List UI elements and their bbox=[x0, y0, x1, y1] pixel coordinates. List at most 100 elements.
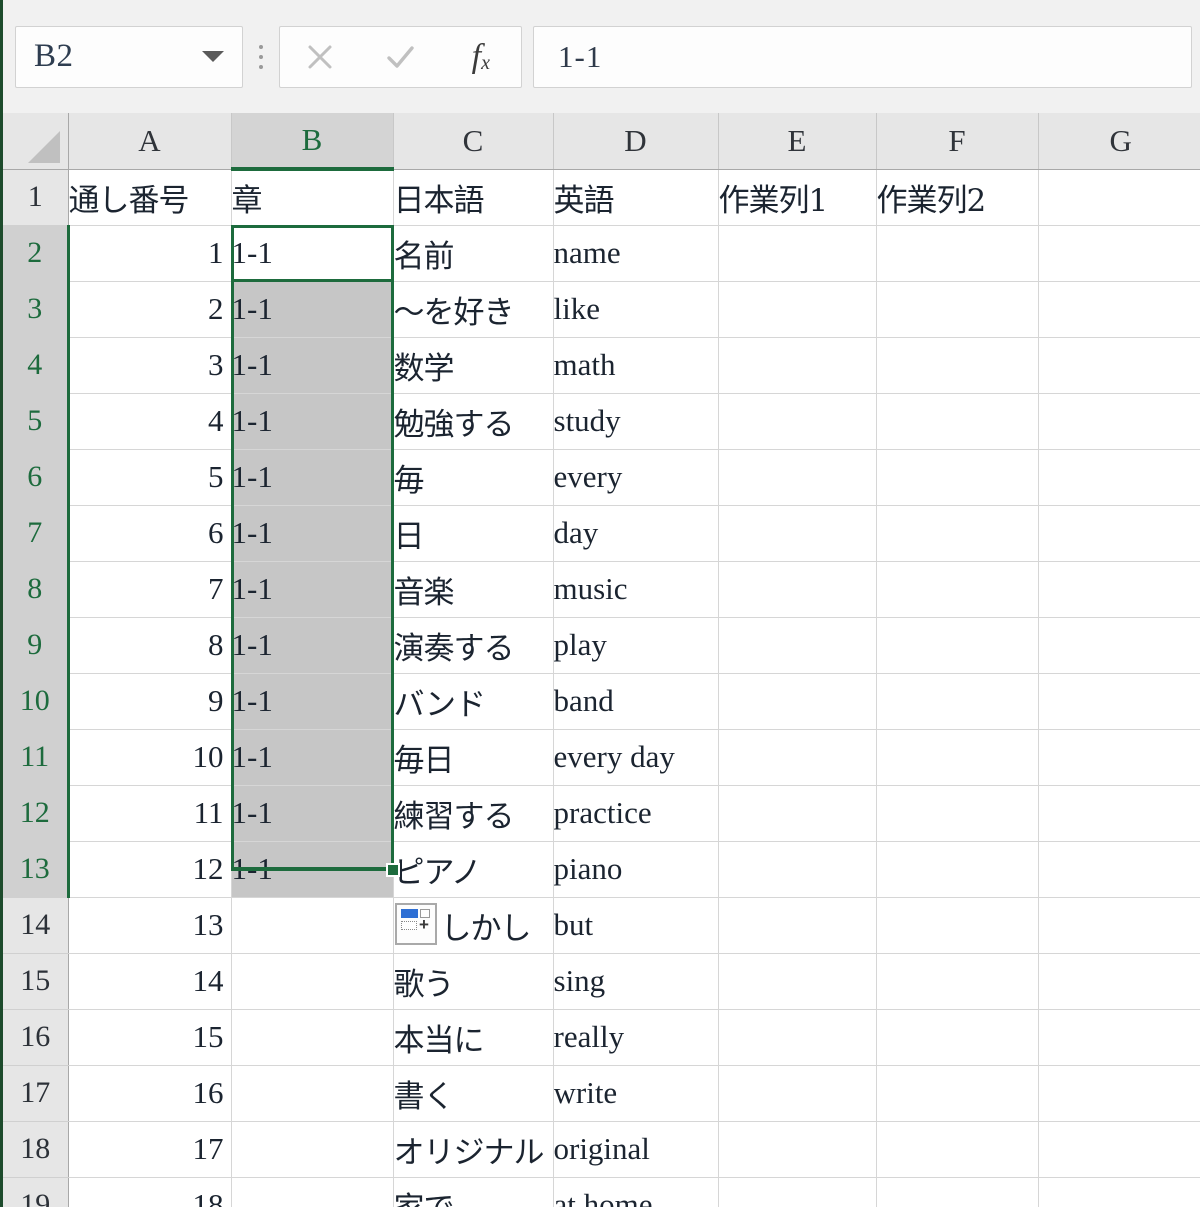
name-box[interactable]: B2 bbox=[15, 25, 243, 88]
cell-c4[interactable]: 数学 bbox=[393, 337, 554, 394]
cell-c17[interactable]: 書く bbox=[393, 1065, 554, 1122]
row-header-12[interactable]: 12 bbox=[3, 785, 70, 842]
row-header-14[interactable]: 14 bbox=[3, 897, 69, 954]
cell-d12[interactable]: practice bbox=[553, 785, 719, 842]
cell-a4[interactable]: 3 bbox=[68, 337, 232, 394]
cell-e10[interactable] bbox=[718, 673, 877, 730]
cell-f15[interactable] bbox=[876, 953, 1039, 1010]
cell-g6[interactable] bbox=[1038, 449, 1200, 506]
cell-e14[interactable] bbox=[718, 897, 877, 954]
cell-e15[interactable] bbox=[718, 953, 877, 1010]
cell-g8[interactable] bbox=[1038, 561, 1200, 618]
cell-c7[interactable]: 日 bbox=[393, 505, 554, 562]
cell-a10[interactable]: 9 bbox=[68, 673, 232, 730]
cell-d14[interactable]: but bbox=[553, 897, 719, 954]
chevron-down-icon[interactable] bbox=[202, 51, 224, 62]
cell-f3[interactable] bbox=[876, 281, 1039, 338]
cell-e3[interactable] bbox=[718, 281, 877, 338]
row-header-4[interactable]: 4 bbox=[3, 337, 70, 394]
cell-c19[interactable]: 家で bbox=[393, 1177, 554, 1207]
cell-b15[interactable] bbox=[231, 953, 394, 1010]
cell-b14[interactable] bbox=[231, 897, 394, 954]
cell-d9[interactable]: play bbox=[553, 617, 719, 674]
cell-c16[interactable]: 本当に bbox=[393, 1009, 554, 1066]
cell-d6[interactable]: every bbox=[553, 449, 719, 506]
cell-f7[interactable] bbox=[876, 505, 1039, 562]
cell-d2[interactable]: name bbox=[553, 225, 719, 282]
cell-f8[interactable] bbox=[876, 561, 1039, 618]
row-header-5[interactable]: 5 bbox=[3, 393, 70, 450]
cell-d1[interactable]: 英語 bbox=[553, 169, 719, 226]
cell-d8[interactable]: music bbox=[553, 561, 719, 618]
cell-c8[interactable]: 音楽 bbox=[393, 561, 554, 618]
row-header-18[interactable]: 18 bbox=[3, 1121, 69, 1178]
cell-g9[interactable] bbox=[1038, 617, 1200, 674]
cell-b12[interactable]: 1-1 bbox=[231, 785, 394, 842]
column-header-e[interactable]: E bbox=[718, 113, 877, 170]
cell-b18[interactable] bbox=[231, 1121, 394, 1178]
row-header-8[interactable]: 8 bbox=[3, 561, 70, 618]
cell-g3[interactable] bbox=[1038, 281, 1200, 338]
cell-g2[interactable] bbox=[1038, 225, 1200, 282]
row-header-16[interactable]: 16 bbox=[3, 1009, 69, 1066]
row-header-2[interactable]: 2 bbox=[3, 225, 70, 282]
cell-b17[interactable] bbox=[231, 1065, 394, 1122]
row-header-7[interactable]: 7 bbox=[3, 505, 70, 562]
cell-a14[interactable]: 13 bbox=[68, 897, 232, 954]
cell-a16[interactable]: 15 bbox=[68, 1009, 232, 1066]
cell-e2[interactable] bbox=[718, 225, 877, 282]
cell-g13[interactable] bbox=[1038, 841, 1200, 898]
cell-b2[interactable]: 1-1 bbox=[231, 225, 394, 282]
cell-e11[interactable] bbox=[718, 729, 877, 786]
cell-b9[interactable]: 1-1 bbox=[231, 617, 394, 674]
cell-c5[interactable]: 勉強する bbox=[393, 393, 554, 450]
cell-f17[interactable] bbox=[876, 1065, 1039, 1122]
cell-a5[interactable]: 4 bbox=[68, 393, 232, 450]
cell-b19[interactable] bbox=[231, 1177, 394, 1207]
cell-g5[interactable] bbox=[1038, 393, 1200, 450]
cell-f16[interactable] bbox=[876, 1009, 1039, 1066]
formula-input[interactable]: 1-1 bbox=[533, 25, 1192, 88]
autofill-options-icon[interactable]: + bbox=[395, 903, 437, 945]
cell-g1[interactable] bbox=[1038, 169, 1200, 226]
cell-f9[interactable] bbox=[876, 617, 1039, 674]
cell-e5[interactable] bbox=[718, 393, 877, 450]
cell-c10[interactable]: バンド bbox=[393, 673, 554, 730]
column-header-c[interactable]: C bbox=[393, 113, 554, 170]
cell-e4[interactable] bbox=[718, 337, 877, 394]
cell-a6[interactable]: 5 bbox=[68, 449, 232, 506]
cell-c13[interactable]: ピアノ bbox=[393, 841, 554, 898]
cell-b5[interactable]: 1-1 bbox=[231, 393, 394, 450]
cell-b8[interactable]: 1-1 bbox=[231, 561, 394, 618]
cell-g16[interactable] bbox=[1038, 1009, 1200, 1066]
row-header-6[interactable]: 6 bbox=[3, 449, 70, 506]
cell-d4[interactable]: math bbox=[553, 337, 719, 394]
cell-f18[interactable] bbox=[876, 1121, 1039, 1178]
row-header-15[interactable]: 15 bbox=[3, 953, 69, 1010]
cell-b11[interactable]: 1-1 bbox=[231, 729, 394, 786]
cell-g11[interactable] bbox=[1038, 729, 1200, 786]
cell-a15[interactable]: 14 bbox=[68, 953, 232, 1010]
column-header-g[interactable]: G bbox=[1038, 113, 1200, 170]
cell-f10[interactable] bbox=[876, 673, 1039, 730]
cell-d7[interactable]: day bbox=[553, 505, 719, 562]
cell-a12[interactable]: 11 bbox=[68, 785, 232, 842]
cell-a1[interactable]: 通し番号 bbox=[68, 169, 232, 226]
cell-b13[interactable]: 1-1 bbox=[231, 841, 394, 898]
cell-f1[interactable]: 作業列2 bbox=[876, 169, 1039, 226]
cell-a8[interactable]: 7 bbox=[68, 561, 232, 618]
cell-e17[interactable] bbox=[718, 1065, 877, 1122]
cell-b7[interactable]: 1-1 bbox=[231, 505, 394, 562]
cell-c11[interactable]: 毎日 bbox=[393, 729, 554, 786]
cell-f12[interactable] bbox=[876, 785, 1039, 842]
cell-d3[interactable]: like bbox=[553, 281, 719, 338]
cell-g18[interactable] bbox=[1038, 1121, 1200, 1178]
cell-e19[interactable] bbox=[718, 1177, 877, 1207]
insert-function-button[interactable]: fx bbox=[450, 29, 512, 85]
cell-c9[interactable]: 演奏する bbox=[393, 617, 554, 674]
cell-g10[interactable] bbox=[1038, 673, 1200, 730]
cell-f2[interactable] bbox=[876, 225, 1039, 282]
cell-d18[interactable]: original bbox=[553, 1121, 719, 1178]
cell-g7[interactable] bbox=[1038, 505, 1200, 562]
cell-b10[interactable]: 1-1 bbox=[231, 673, 394, 730]
